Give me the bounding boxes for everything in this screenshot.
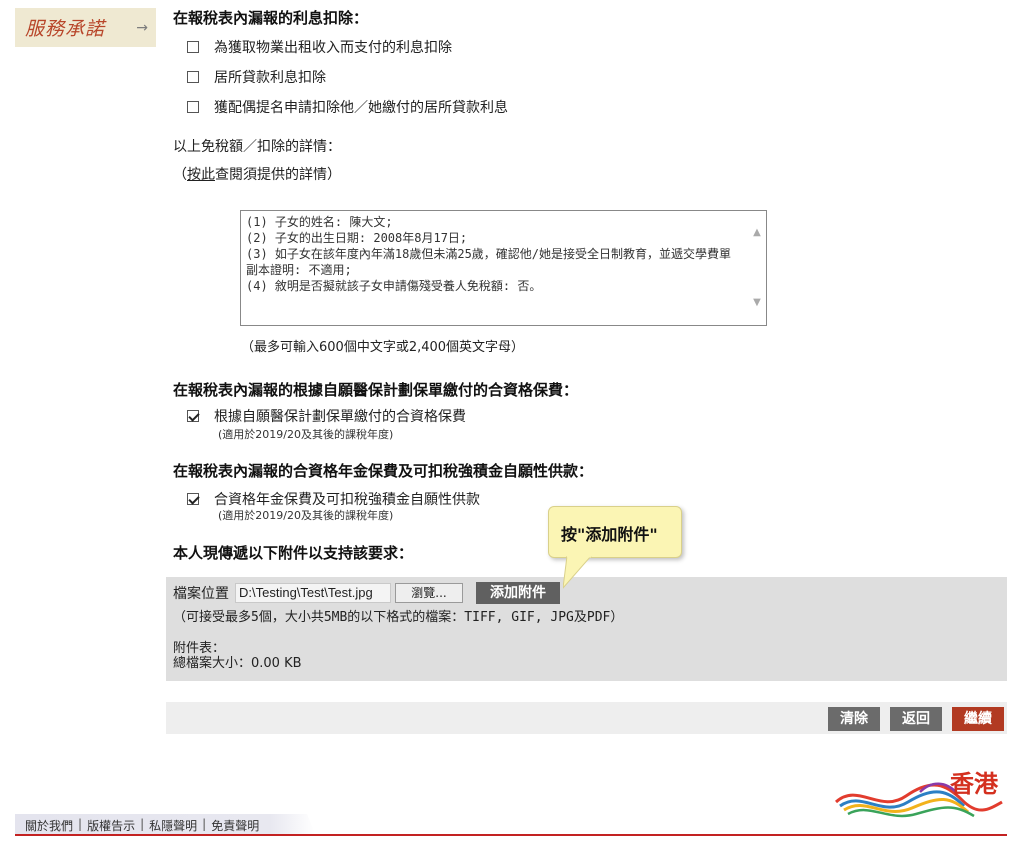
scroll-down-icon[interactable]: ▼: [752, 298, 762, 308]
attachment-list-info: 附件表： 總檔案大小：0.00 KB: [173, 641, 302, 671]
brand-hong-kong-logo: 香港: [828, 762, 1006, 822]
file-location-input[interactable]: D:\Testing\Test\Test.jpg: [235, 583, 391, 603]
form-action-bar: 清除 返回 繼續: [166, 702, 1007, 734]
file-location-label: 檔案位置: [173, 586, 229, 602]
interest-option-spouse-nominated[interactable]: 獲配偶提名申請扣除他／她繳付的居所貸款利息: [187, 97, 508, 117]
checkbox-checked[interactable]: [187, 410, 199, 422]
logo-text: 香港: [950, 769, 998, 798]
attachments-section-title: 本人現傳遞以下附件以支持該要求：: [173, 544, 414, 562]
vhis-section-title: 在報稅表內漏報的根據自願醫保計劃保單繳付的合資格保費：: [173, 381, 579, 399]
attachment-upload-panel: 檔案位置 D:\Testing\Test\Test.jpg 瀏覽... 添加附件…: [166, 577, 1007, 681]
total-file-size: 總檔案大小：0.00 KB: [173, 656, 302, 671]
footer-separator: |: [78, 817, 83, 831]
footer-separator: |: [140, 817, 145, 831]
scroll-up-icon[interactable]: ▲: [752, 228, 762, 238]
service-pledge-banner[interactable]: 服務承諾 →: [15, 8, 156, 47]
checkbox-label: 獲配偶提名申請扣除他／她繳付的居所貸款利息: [214, 100, 508, 116]
footer-links-list: 關於我們 | 版權告示 | 私隱聲明 | 免責聲明: [25, 817, 259, 834]
footer-divider: [15, 834, 1007, 836]
footer-link-copyright[interactable]: 版權告示: [87, 817, 135, 834]
checkbox[interactable]: [187, 41, 199, 53]
annuity-option-note: (適用於2019/20及其後的課稅年度): [218, 509, 394, 522]
checkbox[interactable]: [187, 71, 199, 83]
footer-link-about[interactable]: 關於我們: [25, 817, 73, 834]
vhis-option[interactable]: 根據自願醫保計劃保單繳付的合資格保費: [187, 406, 466, 426]
add-attachment-callout: 按"添加附件": [548, 506, 682, 589]
footer-link-disclaimer[interactable]: 免責聲明: [211, 817, 259, 834]
callout-pointer: [563, 556, 592, 589]
footer-link-privacy[interactable]: 私隱聲明: [149, 817, 197, 834]
clear-button[interactable]: 清除: [828, 707, 880, 731]
checkbox-checked[interactable]: [187, 493, 199, 505]
details-hint: （按此查閱須提供的詳情）: [173, 164, 341, 184]
footer-separator: |: [202, 817, 207, 831]
details-textarea-content[interactable]: (1) 子女的姓名: 陳大文; (2) 子女的出生日期: 2008年8月17日;…: [246, 214, 743, 294]
file-picker-row: 檔案位置 D:\Testing\Test\Test.jpg 瀏覽... 添加附件: [173, 582, 560, 604]
textarea-scrollbar[interactable]: ▲ ▼: [749, 211, 766, 325]
browse-button[interactable]: 瀏覽...: [395, 583, 463, 603]
annuity-option[interactable]: 合資格年金保費及可扣稅強積金自願性供款: [187, 489, 480, 509]
checkbox-label: 居所貸款利息扣除: [214, 70, 326, 86]
details-hint-link[interactable]: 按此: [187, 167, 215, 183]
details-heading: 以上免稅額／扣除的詳情：: [173, 139, 341, 155]
accept-format-note: （可接受最多5個，大小共5MB的以下格式的檔案：TIFF, GIF, JPG及P…: [173, 610, 624, 625]
continue-button[interactable]: 繼續: [952, 707, 1004, 731]
details-textarea[interactable]: (1) 子女的姓名: 陳大文; (2) 子女的出生日期: 2008年8月17日;…: [240, 210, 767, 326]
callout-text: 按"添加附件": [561, 525, 658, 544]
checkbox-label: 合資格年金保費及可扣稅強積金自願性供款: [214, 492, 480, 508]
checkbox-label: 為獲取物業出租收入而支付的利息扣除: [214, 40, 452, 56]
interest-option-home-loan[interactable]: 居所貸款利息扣除: [187, 67, 326, 87]
arrow-right-icon: →: [136, 19, 148, 36]
interest-section-title: 在報稅表內漏報的利息扣除：: [173, 9, 369, 27]
details-hint-suffix: 查閱須提供的詳情）: [215, 167, 341, 183]
annuity-section-title: 在報稅表內漏報的合資格年金保費及可扣稅強積金自願性供款：: [173, 462, 594, 480]
interest-option-rental[interactable]: 為獲取物業出租收入而支付的利息扣除: [187, 37, 452, 57]
checkbox-label: 根據自願醫保計劃保單繳付的合資格保費: [214, 409, 466, 425]
footer-links: 關於我們 | 版權告示 | 私隱聲明 | 免責聲明: [15, 814, 315, 834]
vhis-option-note: (適用於2019/20及其後的課稅年度): [218, 428, 394, 441]
details-limit-note: （最多可輸入600個中文字或2,400個英文字母）: [241, 340, 525, 355]
service-pledge-label: 服務承諾: [25, 18, 106, 40]
attachment-list-label: 附件表：: [173, 641, 226, 656]
details-hint-prefix: （: [173, 167, 187, 183]
checkbox[interactable]: [187, 101, 199, 113]
back-button[interactable]: 返回: [890, 707, 942, 731]
add-attachment-button[interactable]: 添加附件: [476, 582, 560, 604]
